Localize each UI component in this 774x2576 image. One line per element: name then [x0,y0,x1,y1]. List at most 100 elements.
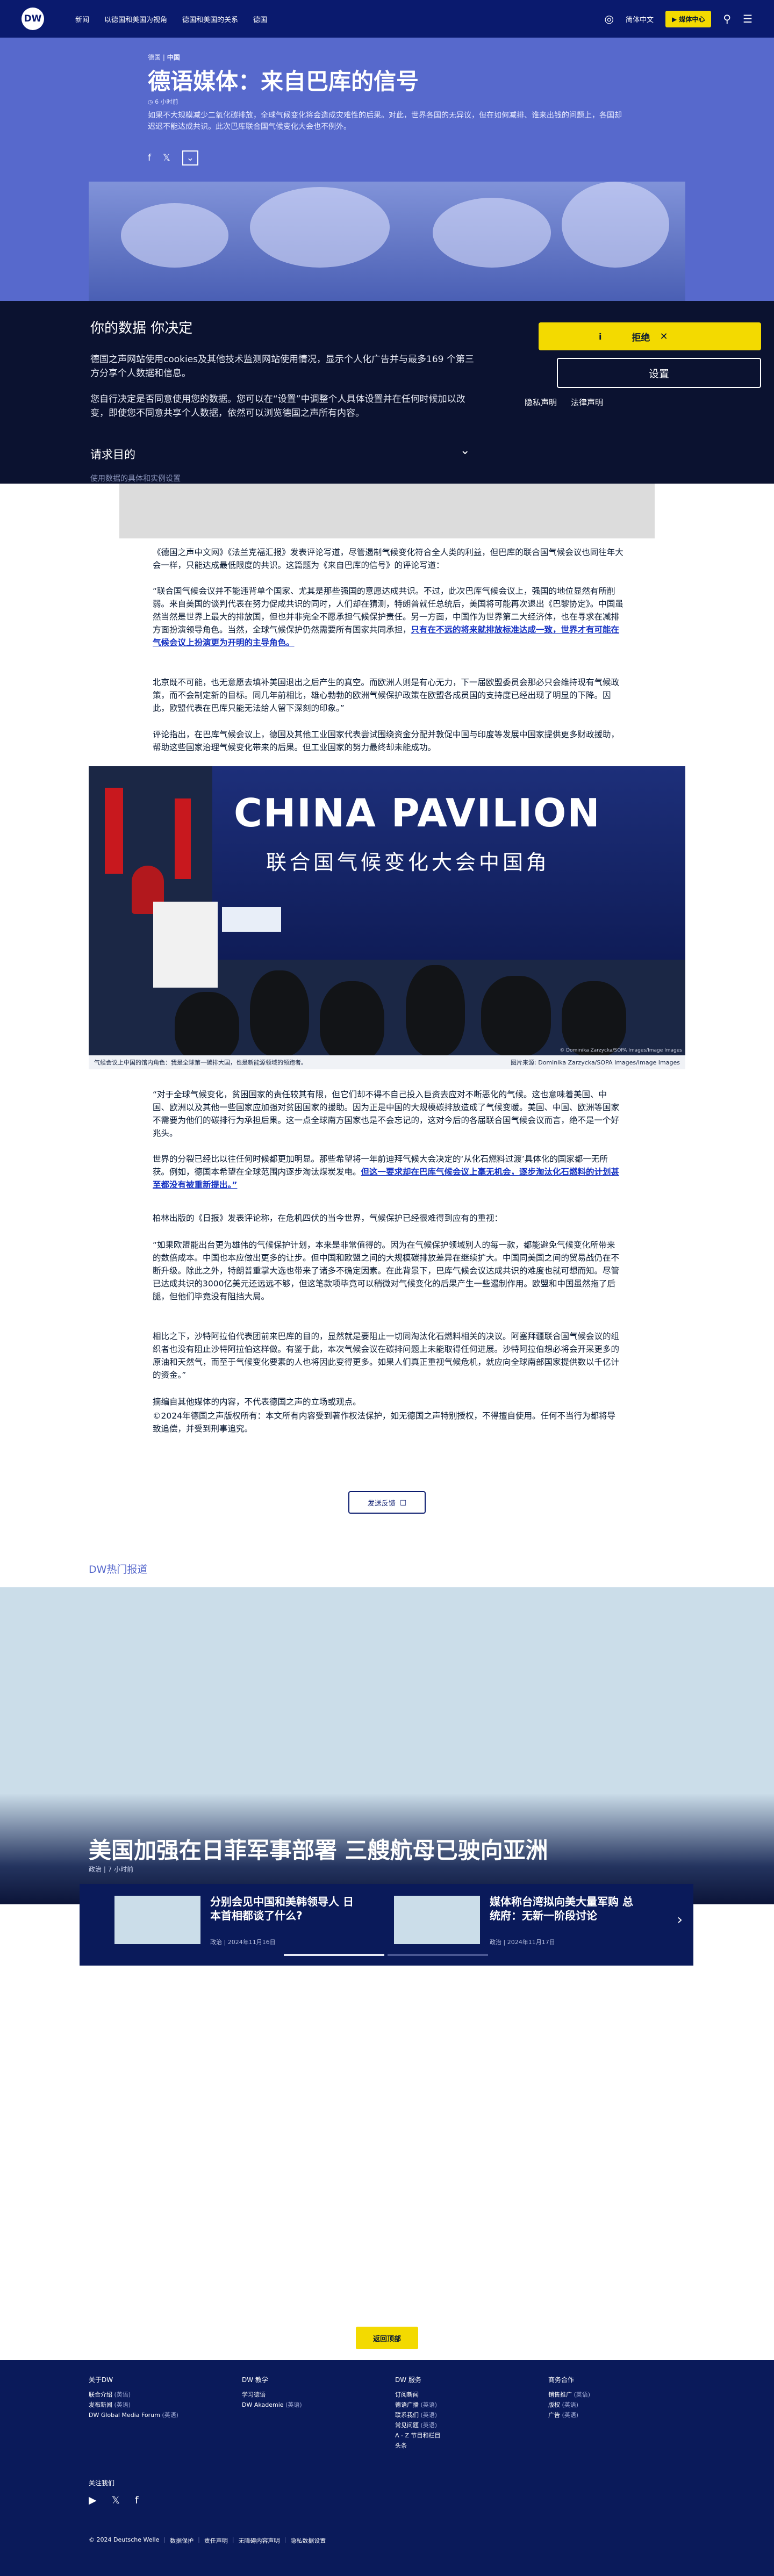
reject-cookies-button[interactable]: i 拒绝 ✕ [539,322,761,350]
breadcrumb-section[interactable]: 德国 [148,54,161,61]
smoke-plume [250,187,390,268]
footer-column-title: DW 教学 [242,2376,268,2384]
hot-teaser-headline[interactable]: 美国加强在日菲军事部署 三艘航母已驶向亚洲 [89,1832,548,1865]
x-twitter-icon[interactable]: 𝕏 [163,153,170,163]
audience-member [320,981,384,1055]
slider-dot[interactable] [388,1954,488,1956]
cookie-consent-dialog: 你的数据 你决定 德国之声网站使用cookies及其他技术监测网站使用情况，显示… [0,301,774,484]
legal-link[interactable]: 隐私数据设置 [290,2536,326,2545]
nav-item-news[interactable]: 新闻 [75,14,89,24]
share-more-button[interactable]: ⌄ [182,150,198,166]
nav-item-perspective[interactable]: 以德国和美国为视角 [104,14,167,24]
article-paragraph: “对于全球气候变化，贫困国家的责任较其有限，但它们却不得不自己投入巨资去应对不断… [153,1090,620,1138]
legal-link[interactable]: 数据保护 [170,2536,194,2545]
send-feedback-button[interactable]: 发送反馈 □ [348,1491,426,1514]
pavilion-sign-text: CHINA PAVILION [234,790,601,836]
chevron-right-icon[interactable]: › [677,1912,683,1928]
footer-link[interactable]: 订阅新闻 [395,2390,524,2400]
photo-caption: 气候会议上中国的馆内角色：我是全球第一碳排大国，也是新能源领域的领跑者。 图片来… [89,1055,685,1069]
slider-dot-active[interactable] [284,1954,384,1956]
footer-link[interactable]: A - Z 节目和栏目 [395,2430,524,2441]
footer-column: 商务合作 销售推广 (英语) 版权 (英语) 广告 (英语) [548,2375,677,2420]
copyright-text: © 2024 Deutsche Welle [89,2536,160,2543]
card-title: 分别会见中国和美韩领导人 日本首相都谈了什么? [210,1895,354,1922]
feedback-label: 发送反馈 [367,1499,396,1508]
footer-column: DW 教学 学习德语 DW Akademie (英语) [242,2375,371,2410]
feedback-icon: □ [399,1498,407,1507]
photo-credit: 图片来源: Dominika Zarzycka/SOPA Images/Imag… [511,1059,680,1066]
slider-progress [284,1954,488,1956]
flag [105,788,123,874]
youtube-icon[interactable]: ▶ [89,2494,97,2506]
search-icon[interactable]: ⚲ [723,12,731,25]
nav-item-germany[interactable]: 德国 [253,14,267,24]
card-thumbnail [114,1896,200,1944]
footer-link[interactable]: 发布新闻 (英语) [89,2400,218,2410]
footer-column-title: 关于DW [89,2376,113,2384]
article-disclaimer: 摘编自其他媒体的内容，不代表德国之声的立场或观点。 [153,1397,361,1407]
article-paragraph: 世界的分裂已经比以往任何时候都更加明显。那些希望将一年前迪拜气候大会决定的‘从化… [153,1153,624,1191]
legal-link[interactable]: 无障碍内容声明 [239,2536,280,2545]
facebook-icon[interactable]: f [135,2494,139,2506]
language-selector[interactable]: 简体中文 [626,14,654,24]
footer-column: DW 服务 订阅新闻 德语广播 (英语) 联系我们 (英语) 常见问题 (英语)… [395,2375,524,2451]
x-twitter-icon[interactable]: 𝕏 [112,2494,120,2506]
dw-logo-mark: DW [22,8,44,30]
smoke-plume [433,198,551,268]
article-photo-china-pavilion: CHINA PAVILION 联合国气候变化大会中国角 © Dominika Z… [89,766,685,1055]
legal-link[interactable]: 法律声明 [571,397,603,408]
article-paragraph: 柏林出版的《日报》发表评论称，在危机四伏的当今世界，气候保护已经很难得到应有的重… [153,1213,503,1223]
flag [175,798,191,879]
nav-item-relations[interactable]: 德国和美国的关系 [182,14,238,24]
chevron-down-icon: ⌄ [186,153,194,163]
article-paragraph: “如果欧盟能出台更为雄伟的气候保护计划，本来是非常值得的。因为在气候保护领域别人… [153,1240,620,1301]
privacy-link[interactable]: 隐私声明 [525,397,557,408]
cookie-title: 你的数据 你决定 [90,320,193,336]
slider-card[interactable]: 媒体称台湾拟向美大量军购 总统府：无新一阶段讨论 政治 | 2024年11月17… [394,1895,647,1948]
chevron-down-icon[interactable]: ⌄ [460,444,470,457]
footer-link[interactable]: 联系我们 (英语) [395,2410,524,2420]
media-center-button[interactable]: ▶ 媒体中心 [665,10,712,27]
footer-link[interactable]: 头条 [395,2441,524,2451]
footer-legal: © 2024 Deutsche Welle | 数据保护 | 责任声明 | 无障碍内容… [89,2536,326,2545]
smoke-plume [121,203,228,268]
podium [153,902,218,988]
hot-teaser-meta: 政治 | 7 小时前 [89,1866,134,1873]
footer-link[interactable]: 常见问题 (英语) [395,2420,524,2430]
top-navigation-bar: DW 新闻 以德国和美国为视角 德国和美国的关系 德国 ◎ 简体中文 ▶ 媒体中… [0,0,774,38]
share-bar: f 𝕏 ⌄ [148,150,198,166]
footer-column-title: 商务合作 [548,2376,575,2384]
footer-link[interactable]: 版权 (英语) [548,2400,677,2410]
breadcrumb-region[interactable]: 中国 [167,54,180,61]
facebook-icon[interactable]: f [148,153,151,163]
footer-link[interactable]: 销售推广 (英语) [548,2390,677,2400]
globe-icon[interactable]: ◎ [605,12,614,25]
image-credit-overlay: © Dominika Zarzycka/SOPA Images/Image Im… [560,1048,682,1053]
hot-stories-slider: 分别会见中国和美韩领导人 日本首相都谈了什么? 政治 | 2024年11月16日… [80,1884,693,1966]
cookie-settings-button[interactable]: 设置 [557,358,761,388]
footer-link[interactable]: 学习德语 [242,2390,371,2400]
photo-caption-text: 气候会议上中国的馆内角色：我是全球第一碳排大国，也是新能源领域的领跑者。 [94,1059,307,1066]
article-lead: 如果不大规模减少二氧化碳排放，全球气候变化将会造成灾难性的后果。对此，世界各国的… [148,111,622,131]
back-to-top-button[interactable]: 返回顶部 [356,2327,418,2349]
page-title: 德语媒体：来自巴库的信号 [148,68,419,95]
article-paragraph: 北京既不可能，也无意愿去填补美国退出之后产生的真空。而欧洲人则是有心无力，下一届… [153,678,620,713]
media-center-label: 媒体中心 [679,15,705,23]
smoke-plume [562,182,669,268]
article-copyright: ©2024年德国之声版权所有：本文所有内容受到著作权法保护，如无德国之声特别授权… [153,1411,615,1434]
footer-link[interactable]: DW Global Media Forum (英语) [89,2410,218,2420]
footer-link[interactable]: DW Akademie (英语) [242,2400,371,2410]
close-icon: ✕ [660,330,668,342]
footer: 关于DW 联合介绍 (英语) 发布新闻 (英语) DW Global Media… [0,2360,774,2576]
menu-icon[interactable]: ☰ [743,12,752,25]
legal-link[interactable]: 责任声明 [204,2536,228,2545]
pavilion-sign-subtext: 联合国气候变化大会中国角 [266,851,550,874]
article-time-text: 6 小时前 [155,98,178,105]
footer-link[interactable]: 德语广播 (英语) [395,2400,524,2410]
footer-link[interactable]: 广告 (英语) [548,2410,677,2420]
card-title: 媒体称台湾拟向美大量军购 总统府：无新一阶段讨论 [490,1895,633,1922]
footer-link[interactable]: 联合介绍 (英语) [89,2390,218,2400]
slider-card[interactable]: 分别会见中国和美韩领导人 日本首相都谈了什么? 政治 | 2024年11月16日 [114,1895,367,1948]
cookie-purposes-toggle[interactable]: 请求目的 [90,446,135,462]
dw-logo[interactable]: DW [22,7,64,31]
